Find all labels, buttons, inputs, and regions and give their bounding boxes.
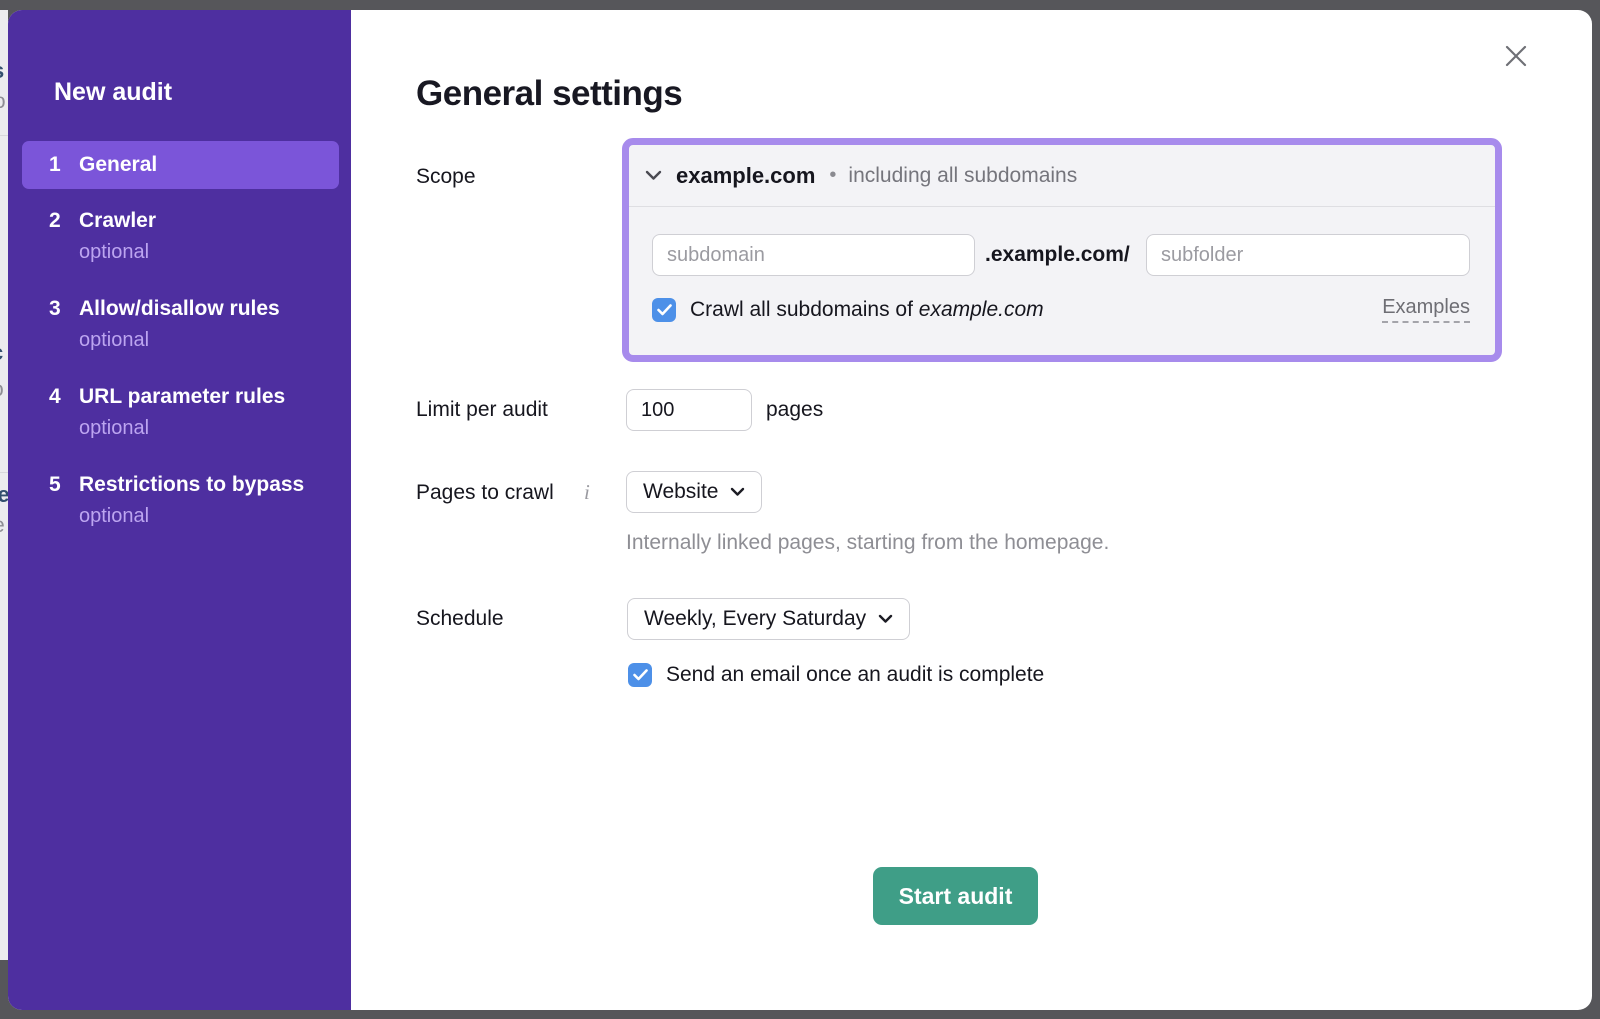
step-number: 1 bbox=[49, 153, 79, 177]
step-number: 3 bbox=[49, 297, 79, 321]
schedule-dropdown[interactable]: Weekly, Every Saturday bbox=[627, 598, 910, 640]
background-text-fragment: /o bbox=[0, 90, 6, 114]
crawl-all-subdomains-row: Crawl all subdomains of example.com Exam… bbox=[652, 296, 1470, 323]
scope-header: example.com • including all subdomains bbox=[629, 145, 1495, 207]
crawl-all-subdomains-checkbox[interactable] bbox=[652, 298, 676, 322]
pages-to-crawl-dropdown[interactable]: Website bbox=[626, 471, 762, 513]
new-audit-dialog: New audit 1 General 2 Crawler optional 3… bbox=[8, 10, 1592, 1010]
step-label: URL parameter rules bbox=[79, 385, 285, 409]
pages-to-crawl-help: Internally linked pages, starting from t… bbox=[626, 531, 1109, 555]
background-divider bbox=[0, 135, 8, 136]
domain-suffix-label: .example.com/ bbox=[985, 243, 1130, 267]
examples-link[interactable]: Examples bbox=[1382, 296, 1470, 323]
background-text-fragment: o bbox=[0, 378, 4, 402]
scope-config-box: example.com • including all subdomains .… bbox=[622, 138, 1502, 362]
check-icon bbox=[657, 304, 672, 316]
sidebar-item-general[interactable]: 1 General bbox=[22, 141, 339, 189]
check-icon bbox=[633, 669, 648, 681]
info-icon[interactable]: i bbox=[584, 480, 590, 505]
audit-steps-sidebar: New audit 1 General 2 Crawler optional 3… bbox=[8, 10, 351, 1010]
step-number: 2 bbox=[49, 209, 79, 233]
step-label: Restrictions to bypass bbox=[79, 473, 304, 497]
limit-unit-label: pages bbox=[766, 398, 823, 422]
background-text-fragment: s bbox=[0, 58, 4, 84]
step-optional-tag: optional bbox=[79, 505, 339, 528]
crawl-all-subdomains-label: Crawl all subdomains of example.com bbox=[690, 298, 1044, 322]
step-label: Crawler bbox=[79, 209, 156, 233]
close-dialog-button[interactable] bbox=[1500, 40, 1532, 72]
sidebar-item-url-parameter-rules[interactable]: 4 URL parameter rules optional bbox=[22, 385, 339, 440]
schedule-label: Schedule bbox=[416, 607, 504, 631]
step-label: Allow/disallow rules bbox=[79, 297, 280, 321]
schedule-value: Weekly, Every Saturday bbox=[644, 607, 866, 631]
email-notification-label: Send an email once an audit is complete bbox=[666, 663, 1044, 687]
sidebar-item-crawler[interactable]: 2 Crawler optional bbox=[22, 209, 339, 264]
scope-domain: example.com bbox=[676, 163, 815, 189]
subfolder-input[interactable] bbox=[1146, 234, 1470, 276]
sidebar-item-restrictions-to-bypass[interactable]: 5 Restrictions to bypass optional bbox=[22, 473, 339, 528]
limit-per-audit-input[interactable] bbox=[626, 389, 752, 431]
step-optional-tag: optional bbox=[79, 417, 339, 440]
start-audit-button[interactable]: Start audit bbox=[873, 867, 1038, 925]
background-text-fragment: c bbox=[0, 340, 3, 366]
step-number: 4 bbox=[49, 385, 79, 409]
pages-to-crawl-value: Website bbox=[643, 480, 718, 504]
subdomain-input[interactable] bbox=[652, 234, 975, 276]
limit-per-audit-label: Limit per audit bbox=[416, 398, 548, 422]
background-text-fragment: e bbox=[0, 514, 5, 538]
chevron-down-icon[interactable] bbox=[645, 170, 662, 181]
scope-subdomains-note: including all subdomains bbox=[848, 164, 1077, 188]
chevron-down-icon bbox=[878, 614, 893, 624]
scope-label: Scope bbox=[416, 165, 476, 189]
step-optional-tag: optional bbox=[79, 329, 339, 352]
step-label: General bbox=[79, 153, 157, 177]
sidebar-title: New audit bbox=[54, 78, 172, 107]
pages-to-crawl-label: Pages to crawl bbox=[416, 481, 554, 505]
email-notification-checkbox[interactable] bbox=[628, 663, 652, 687]
step-number: 5 bbox=[49, 473, 79, 497]
background-text-fragment: fe bbox=[0, 482, 8, 508]
bullet-separator: • bbox=[829, 164, 836, 187]
general-settings-panel: General settings Scope example.com • bbox=[351, 10, 1592, 1010]
close-icon bbox=[1502, 42, 1530, 70]
sidebar-item-allow-disallow-rules[interactable]: 3 Allow/disallow rules optional bbox=[22, 297, 339, 352]
email-notification-row: Send an email once an audit is complete bbox=[628, 663, 1044, 687]
chevron-down-icon bbox=[730, 487, 745, 497]
step-optional-tag: optional bbox=[79, 241, 339, 264]
background-divider bbox=[0, 472, 8, 473]
background-page-sliver: s /o c o fe e bbox=[0, 10, 8, 960]
page-title: General settings bbox=[416, 74, 682, 114]
